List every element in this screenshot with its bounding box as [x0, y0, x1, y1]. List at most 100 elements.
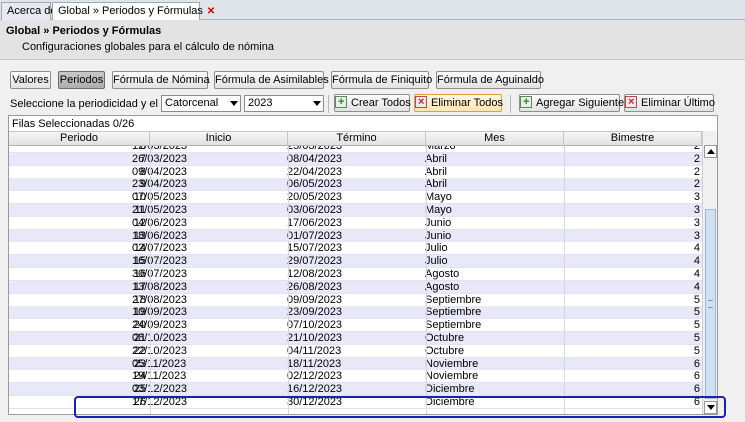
- agregar-siguiente-button[interactable]: Agregar Siguiente: [519, 94, 624, 112]
- cell-bimestre: 6: [693, 383, 700, 396]
- table-row[interactable]: 19 10/09/2023 23/09/2023 Septiembre 5: [9, 306, 702, 320]
- anio-select[interactable]: 2023: [244, 95, 324, 112]
- tab-periodos-formulas[interactable]: Global » Periodos y Fórmulas ✕: [52, 2, 215, 21]
- tab-acerca-de[interactable]: Acerca de: [1, 2, 57, 20]
- table-row[interactable]: 9 23/04/2023 06/05/2023 Abril 2: [9, 178, 702, 192]
- column-header-periodo[interactable]: Periodo: [9, 132, 150, 146]
- formula-nomina-button[interactable]: Fórmula de Nómina: [112, 71, 210, 89]
- cell-termino: 16/12/2023: [287, 383, 343, 396]
- cell-inicio: 16/07/2023: [132, 255, 188, 268]
- table-row[interactable]: 20 24/09/2023 07/10/2023 Septiembre 5: [9, 319, 702, 333]
- table-row[interactable]: 15 16/07/2023 29/07/2023 Julio 4: [9, 255, 702, 269]
- formula-asimilables-button[interactable]: Fórmula de Asimilables: [214, 71, 329, 89]
- cell-mes: Junio: [425, 216, 452, 229]
- periodos-grid[interactable]: Filas Seleccionadas 0/26 Periodo Inicio …: [8, 115, 718, 415]
- table-row[interactable]: 13 18/06/2023 01/07/2023 Junio 3: [9, 229, 702, 243]
- cell-termino: 06/05/2023: [287, 178, 343, 191]
- column-divider: [150, 146, 151, 414]
- table-row[interactable]: 21 08/10/2023 21/10/2023 Octubre 5: [9, 332, 702, 345]
- table-row[interactable]: 24 19/11/2023 02/12/2023 Noviembre 6: [9, 370, 702, 384]
- cell-termino: 01/07/2023: [287, 229, 343, 242]
- table-row[interactable]: 12 04/06/2023 17/06/2023 Junio 3: [9, 216, 702, 230]
- cell-inicio: 10/09/2023: [132, 306, 188, 319]
- chevron-down-icon: [313, 101, 321, 106]
- cell-bimestre: 2: [693, 165, 700, 178]
- cell-inicio: 04/06/2023: [132, 216, 188, 229]
- column-header-bimestre[interactable]: Bimestre: [564, 132, 702, 146]
- vertical-scrollbar[interactable]: [702, 131, 717, 414]
- periodicidad-select[interactable]: Catorcenal: [161, 95, 241, 112]
- table-row[interactable]: 7 26/03/2023 08/04/2023 Abril 2: [9, 152, 702, 166]
- periodicidad-value: Catorcenal: [165, 97, 219, 109]
- cell-bimestre: 4: [693, 242, 700, 255]
- cell-mes: Marzo: [425, 146, 456, 152]
- scroll-up-icon[interactable]: [704, 145, 717, 158]
- cell-mes: Septiembre: [425, 319, 482, 332]
- valores-button[interactable]: Valores: [10, 71, 51, 89]
- table-row[interactable]: 10 07/05/2023 20/05/2023 Mayo 3: [9, 191, 702, 205]
- cell-inicio: 13/08/2023: [132, 280, 188, 293]
- formula-aguinaldo-button[interactable]: Fórmula de Aguinaldo: [436, 71, 544, 89]
- cell-inicio: 07/05/2023: [132, 191, 188, 204]
- cell-bimestre: 3: [693, 191, 700, 204]
- cell-bimestre: 6: [693, 357, 700, 370]
- cell-inicio: 02/07/2023: [132, 242, 188, 255]
- cell-inicio: 21/05/2023: [132, 204, 188, 216]
- cell-inicio: 22/10/2023: [132, 344, 188, 357]
- delete-icon: [625, 94, 637, 110]
- cell-mes: Octubre: [425, 332, 465, 344]
- cell-bimestre: 2: [693, 152, 700, 165]
- column-header-termino[interactable]: Término: [288, 132, 426, 146]
- cell-termino: 03/06/2023: [287, 204, 343, 216]
- table-row[interactable]: 17 13/08/2023 26/08/2023 Agosto 4: [9, 280, 702, 294]
- table-row[interactable]: 14 02/07/2023 15/07/2023 Julio 4: [9, 242, 702, 256]
- cell-mes: Mayo: [425, 204, 452, 216]
- column-divider: [564, 146, 565, 414]
- table-row[interactable]: 23 05/11/2023 18/11/2023 Noviembre 6: [9, 357, 702, 371]
- table-row[interactable]: 22 22/10/2023 04/11/2023 Octubre 5: [9, 344, 702, 358]
- cell-termino: 18/11/2023: [287, 357, 342, 370]
- table-row[interactable]: 11 21/05/2023 03/06/2023 Mayo 3: [9, 204, 702, 217]
- page-subtitle: Configuraciones globales para el cálculo…: [22, 41, 274, 53]
- close-icon[interactable]: ✕: [207, 6, 215, 17]
- cell-termino: 04/11/2023: [287, 344, 342, 357]
- cell-termino: 09/09/2023: [287, 293, 343, 306]
- cell-inicio: 26/03/2023: [132, 152, 188, 165]
- table-row[interactable]: 25 03/12/2023 16/12/2023 Diciembre 6: [9, 383, 702, 397]
- cell-mes: Abril: [425, 152, 448, 165]
- crear-todos-label: Crear Todos: [351, 97, 411, 109]
- cell-mes: Diciembre: [425, 383, 475, 396]
- cell-mes: Julio: [425, 255, 448, 268]
- eliminar-ultimo-button[interactable]: Eliminar Último: [624, 94, 715, 112]
- table-row[interactable]: 8 09/04/2023 22/04/2023 Abril 2: [9, 165, 702, 179]
- add-icon: [520, 94, 532, 110]
- cell-bimestre: 5: [693, 344, 700, 357]
- table-row[interactable]: 18 27/08/2023 09/09/2023 Septiembre 5: [9, 293, 702, 307]
- scroll-thumb[interactable]: [705, 209, 716, 399]
- cell-mes: Julio: [425, 242, 448, 255]
- anio-value: 2023: [248, 97, 273, 109]
- crear-todos-button[interactable]: Crear Todos: [334, 94, 411, 112]
- column-header-mes[interactable]: Mes: [426, 132, 564, 146]
- eliminar-ultimo-label: Eliminar Último: [641, 97, 715, 109]
- add-icon: [335, 94, 347, 110]
- periodos-button[interactable]: Periodos: [58, 71, 105, 89]
- cell-bimestre: 2: [693, 178, 700, 191]
- cell-bimestre: 3: [693, 204, 700, 216]
- formula-finiquito-button[interactable]: Fórmula de Finiquito: [331, 71, 432, 89]
- tab-label: Global » Periodos y Fórmulas: [58, 5, 203, 17]
- cell-mes: Agosto: [425, 268, 460, 280]
- cell-mes: Junio: [425, 229, 452, 242]
- column-header-inicio[interactable]: Inicio: [150, 132, 288, 146]
- cell-bimestre: 4: [693, 255, 700, 268]
- page-header: Global » Periodos y Fórmulas Configuraci…: [0, 20, 745, 60]
- table-row[interactable]: 16 30/07/2023 12/08/2023 Agosto 4: [9, 268, 702, 281]
- cell-inicio: 18/06/2023: [132, 229, 188, 242]
- cell-termino: 29/07/2023: [287, 255, 343, 268]
- cell-inicio: 27/08/2023: [132, 293, 188, 306]
- delete-icon: [415, 94, 427, 110]
- eliminar-todos-button[interactable]: Eliminar Todos: [414, 94, 503, 112]
- cell-mes: Octubre: [425, 344, 465, 357]
- agregar-siguiente-label: Agregar Siguiente: [536, 97, 625, 109]
- grid-header: Periodo Inicio Término Mes Bimestre: [9, 131, 702, 146]
